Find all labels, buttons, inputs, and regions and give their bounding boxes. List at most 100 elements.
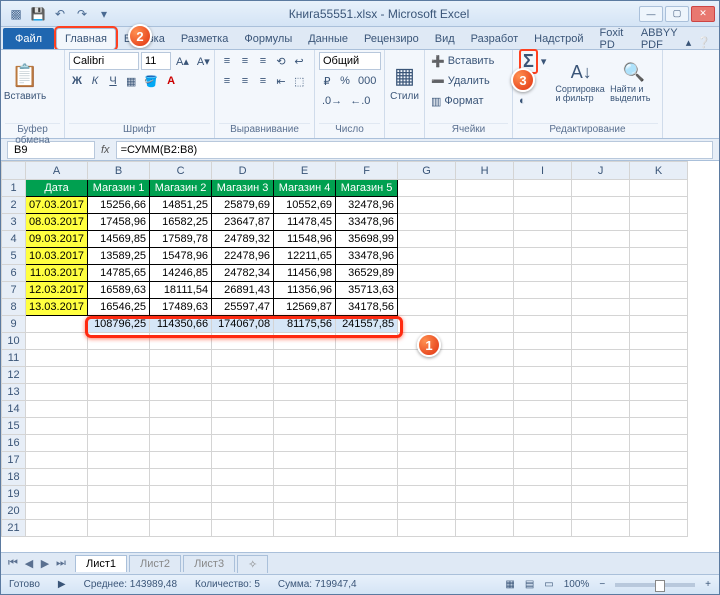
- cell[interactable]: [398, 299, 456, 316]
- cell[interactable]: [630, 435, 688, 452]
- row-header[interactable]: 12: [2, 367, 26, 384]
- cell[interactable]: 26891,43: [212, 282, 274, 299]
- cell[interactable]: [398, 180, 456, 197]
- row-header[interactable]: 13: [2, 384, 26, 401]
- cell[interactable]: [630, 452, 688, 469]
- cell[interactable]: 34178,56: [336, 299, 398, 316]
- cell[interactable]: [456, 435, 514, 452]
- cell[interactable]: [456, 350, 514, 367]
- sheet-nav-next-icon[interactable]: ▶: [37, 557, 53, 570]
- zoom-in-icon[interactable]: +: [705, 579, 711, 590]
- cell[interactable]: [572, 401, 630, 418]
- cell[interactable]: [150, 418, 212, 435]
- fill-color-button[interactable]: 🪣: [141, 72, 161, 90]
- cell[interactable]: [572, 180, 630, 197]
- cell[interactable]: 24782,34: [212, 265, 274, 282]
- cell[interactable]: [456, 418, 514, 435]
- font-size-box[interactable]: 11: [141, 52, 171, 70]
- cell[interactable]: [150, 435, 212, 452]
- cell[interactable]: [398, 384, 456, 401]
- cell[interactable]: [514, 248, 572, 265]
- tab-data[interactable]: Данные: [300, 28, 356, 49]
- worksheet-area[interactable]: A B C D E F G H I J K 1 Дата Магазин 1 М…: [1, 161, 719, 552]
- row-header[interactable]: 1: [2, 180, 26, 197]
- cell[interactable]: 17489,63: [150, 299, 212, 316]
- tab-foxit[interactable]: Foxit PD: [592, 28, 633, 49]
- align-bottom-icon[interactable]: ≡: [255, 52, 271, 70]
- cell[interactable]: [212, 384, 274, 401]
- tab-home[interactable]: Главная: [56, 28, 116, 49]
- cell[interactable]: [88, 469, 150, 486]
- cell[interactable]: [514, 299, 572, 316]
- cell[interactable]: [398, 418, 456, 435]
- cell[interactable]: 15478,96: [150, 248, 212, 265]
- cell[interactable]: [398, 503, 456, 520]
- insert-cells-button[interactable]: ➕Вставить: [429, 52, 496, 70]
- cell[interactable]: [456, 299, 514, 316]
- close-button[interactable]: ✕: [691, 6, 715, 22]
- cell[interactable]: [26, 333, 88, 350]
- cell[interactable]: [630, 469, 688, 486]
- cell[interactable]: [514, 469, 572, 486]
- cell[interactable]: 25597,47: [212, 299, 274, 316]
- cell[interactable]: 24789,32: [212, 231, 274, 248]
- align-middle-icon[interactable]: ≡: [237, 52, 253, 70]
- cell[interactable]: [514, 282, 572, 299]
- cell[interactable]: 114350,66: [150, 316, 212, 333]
- cell[interactable]: [274, 418, 336, 435]
- cell[interactable]: [572, 231, 630, 248]
- fx-icon[interactable]: fx: [101, 144, 110, 156]
- cell[interactable]: 35698,99: [336, 231, 398, 248]
- cell[interactable]: 16589,63: [88, 282, 150, 299]
- align-top-icon[interactable]: ≡: [219, 52, 235, 70]
- cell[interactable]: [572, 282, 630, 299]
- border-button[interactable]: ▦: [123, 72, 139, 90]
- formula-input[interactable]: =СУММ(B2:B8): [116, 141, 713, 159]
- cell[interactable]: [456, 520, 514, 537]
- cell[interactable]: 16546,25: [88, 299, 150, 316]
- cell[interactable]: [398, 401, 456, 418]
- cell[interactable]: 12.03.2017: [26, 282, 88, 299]
- cell[interactable]: [274, 384, 336, 401]
- cell[interactable]: Магазин 3: [212, 180, 274, 197]
- maximize-button[interactable]: ▢: [665, 6, 689, 22]
- sheet-nav-first-icon[interactable]: ⏮: [5, 557, 21, 570]
- cell[interactable]: [514, 197, 572, 214]
- row-header[interactable]: 9: [2, 316, 26, 333]
- cell[interactable]: [456, 265, 514, 282]
- row-header[interactable]: 7: [2, 282, 26, 299]
- cell[interactable]: [630, 401, 688, 418]
- dec-decimal-icon[interactable]: ←.0: [347, 92, 373, 110]
- comma-icon[interactable]: 000: [355, 72, 379, 90]
- cell[interactable]: [274, 401, 336, 418]
- cell[interactable]: 17458,96: [88, 214, 150, 231]
- cell[interactable]: Дата: [26, 180, 88, 197]
- cell[interactable]: [398, 248, 456, 265]
- cell[interactable]: [26, 401, 88, 418]
- cell[interactable]: [456, 486, 514, 503]
- tab-abbyy[interactable]: ABBYY PDF: [633, 28, 686, 49]
- save-icon[interactable]: 💾: [29, 5, 47, 23]
- cell[interactable]: 32478,96: [336, 197, 398, 214]
- cell[interactable]: [212, 418, 274, 435]
- cell[interactable]: 81175,56: [274, 316, 336, 333]
- cell[interactable]: 174067,08: [212, 316, 274, 333]
- row-header[interactable]: 15: [2, 418, 26, 435]
- cell[interactable]: 11548,96: [274, 231, 336, 248]
- cell[interactable]: [572, 469, 630, 486]
- cell[interactable]: 13.03.2017: [26, 299, 88, 316]
- cell[interactable]: [398, 435, 456, 452]
- cell[interactable]: [336, 452, 398, 469]
- cell[interactable]: [630, 486, 688, 503]
- row-header[interactable]: 3: [2, 214, 26, 231]
- cell[interactable]: [88, 350, 150, 367]
- cell[interactable]: [274, 333, 336, 350]
- col-header[interactable]: H: [456, 162, 514, 180]
- cell[interactable]: [514, 231, 572, 248]
- cell[interactable]: [88, 503, 150, 520]
- cell[interactable]: [514, 214, 572, 231]
- cell[interactable]: [398, 231, 456, 248]
- indent-dec-icon[interactable]: ⇤: [273, 72, 289, 90]
- cell[interactable]: [456, 214, 514, 231]
- cell[interactable]: [336, 333, 398, 350]
